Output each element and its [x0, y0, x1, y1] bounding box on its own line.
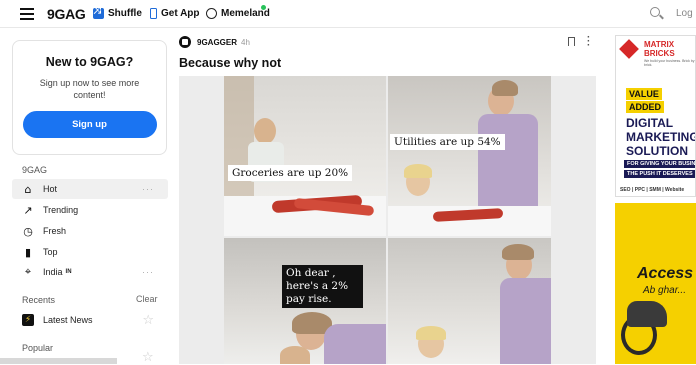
- sidebar-item-label: Top: [43, 247, 58, 257]
- trending-icon: ↗: [23, 203, 33, 217]
- ad2-title: Access: [637, 265, 694, 282]
- shuffle-icon: [93, 5, 104, 19]
- signup-button[interactable]: Sign up: [22, 111, 157, 138]
- brand-logo-icon: [619, 39, 639, 59]
- ad-line-2: ADDED: [626, 101, 665, 113]
- ad-sub-1: FOR GIVING YOUR BUSINESS: [624, 160, 695, 168]
- clock-icon: ◷: [23, 224, 33, 238]
- nav-memeland[interactable]: Memeland: [206, 8, 270, 19]
- signup-title: New to 9GAG?: [45, 55, 134, 69]
- flame-icon: ⌂: [24, 182, 32, 196]
- login-link[interactable]: Log in: [676, 8, 696, 19]
- caption-utilities: Utilities are up 54%: [390, 134, 505, 150]
- ad-sub-2: THE PUSH IT DESERVES: [624, 170, 695, 178]
- bar-chart-icon: ▮: [24, 245, 32, 259]
- search-icon[interactable]: [650, 7, 660, 17]
- hamburger-menu-icon[interactable]: [20, 8, 34, 20]
- clear-recents-button[interactable]: Clear: [136, 294, 158, 304]
- sidebar-item-label: Trending: [43, 205, 79, 215]
- sidebar-item-latest-news[interactable]: Latest News ☆: [12, 310, 168, 330]
- bookmark-icon[interactable]: [568, 37, 575, 46]
- country-tag: IN: [65, 269, 72, 275]
- nav-shuffle[interactable]: Shuffle: [93, 5, 142, 19]
- star-icon[interactable]: ☆: [142, 313, 154, 328]
- post-author[interactable]: 9GAGGER: [197, 38, 237, 47]
- scooter-body-icon: [627, 301, 667, 327]
- lightning-icon: [22, 314, 34, 326]
- sidebar-item-label: Latest News: [43, 315, 93, 325]
- memeland-icon: [206, 8, 217, 19]
- post-age: 4h: [241, 37, 250, 47]
- advertisement-banner-1[interactable]: MATRIX BRICKS We build your business. Br…: [615, 35, 696, 197]
- sidebar-item-fresh[interactable]: ◷ Fresh: [12, 221, 168, 241]
- advertisement-banner-2[interactable]: Access Ab ghar...: [615, 203, 696, 364]
- meme-panel-1: [224, 76, 386, 236]
- recents-label: Recents: [22, 295, 56, 305]
- ad-brand: MATRIX BRICKS: [644, 40, 675, 58]
- more-options-icon[interactable]: ···: [142, 184, 154, 194]
- sidebar-item-trending[interactable]: ↗ Trending: [12, 200, 168, 220]
- signup-text: Sign up now to see more content!: [39, 78, 140, 100]
- more-options-icon[interactable]: ···: [142, 267, 154, 277]
- signup-card: New to 9GAG? Sign up now to see more con…: [12, 40, 167, 155]
- more-vertical-icon[interactable]: · · ·: [587, 33, 590, 51]
- popular-label: Popular: [22, 343, 54, 353]
- phone-icon: [150, 8, 157, 19]
- sidebar-item-top[interactable]: ▮ Top: [12, 242, 168, 262]
- top-bar: 9GAG Shuffle Get App Memeland Log in: [0, 0, 696, 28]
- sidebar-item-india[interactable]: ⌖ India IN ···: [12, 262, 168, 282]
- horizontal-scrollbar[interactable]: [0, 358, 117, 364]
- section-9gag-label: 9GAG: [22, 165, 48, 175]
- sidebar-item-label: Fresh: [43, 226, 67, 236]
- post-image[interactable]: Groceries are up 20% Utilities are up 54…: [179, 76, 596, 364]
- post-header: 9GAGGER 4h: [179, 36, 250, 48]
- ad-line-4: MARKETING: [626, 130, 696, 144]
- post-title[interactable]: Because why not: [179, 56, 281, 70]
- ad-tagline: We build your business. Brick by brick.: [644, 59, 695, 67]
- caption-groceries: Groceries are up 20%: [228, 165, 353, 181]
- notification-dot: [261, 5, 266, 10]
- sidebar-item-hot[interactable]: ⌂ Hot ···: [12, 179, 168, 199]
- ad-services: SEO | PPC | SMM | Website: [620, 187, 685, 193]
- ad-line-5: SOLUTION: [626, 144, 688, 158]
- ad2-subtitle: Ab ghar...: [643, 285, 686, 296]
- caption-payrise: Oh dear , here's a 2% pay rise.: [282, 265, 363, 308]
- sidebar-item-label: Hot: [43, 184, 58, 194]
- meme-panel-2: [388, 76, 551, 236]
- nav-get-app-label: Get App: [161, 8, 200, 19]
- nav-get-app[interactable]: Get App: [150, 8, 200, 19]
- location-icon: ⌖: [24, 265, 32, 278]
- meme-panel-4: [388, 238, 551, 364]
- nav-shuffle-label: Shuffle: [108, 8, 142, 19]
- sidebar-item-label: India: [43, 267, 63, 277]
- ad-line-1: VALUE: [626, 88, 662, 100]
- author-avatar[interactable]: [179, 36, 191, 48]
- logo[interactable]: 9GAG: [47, 6, 86, 22]
- ad-line-3: DIGITAL: [626, 116, 674, 130]
